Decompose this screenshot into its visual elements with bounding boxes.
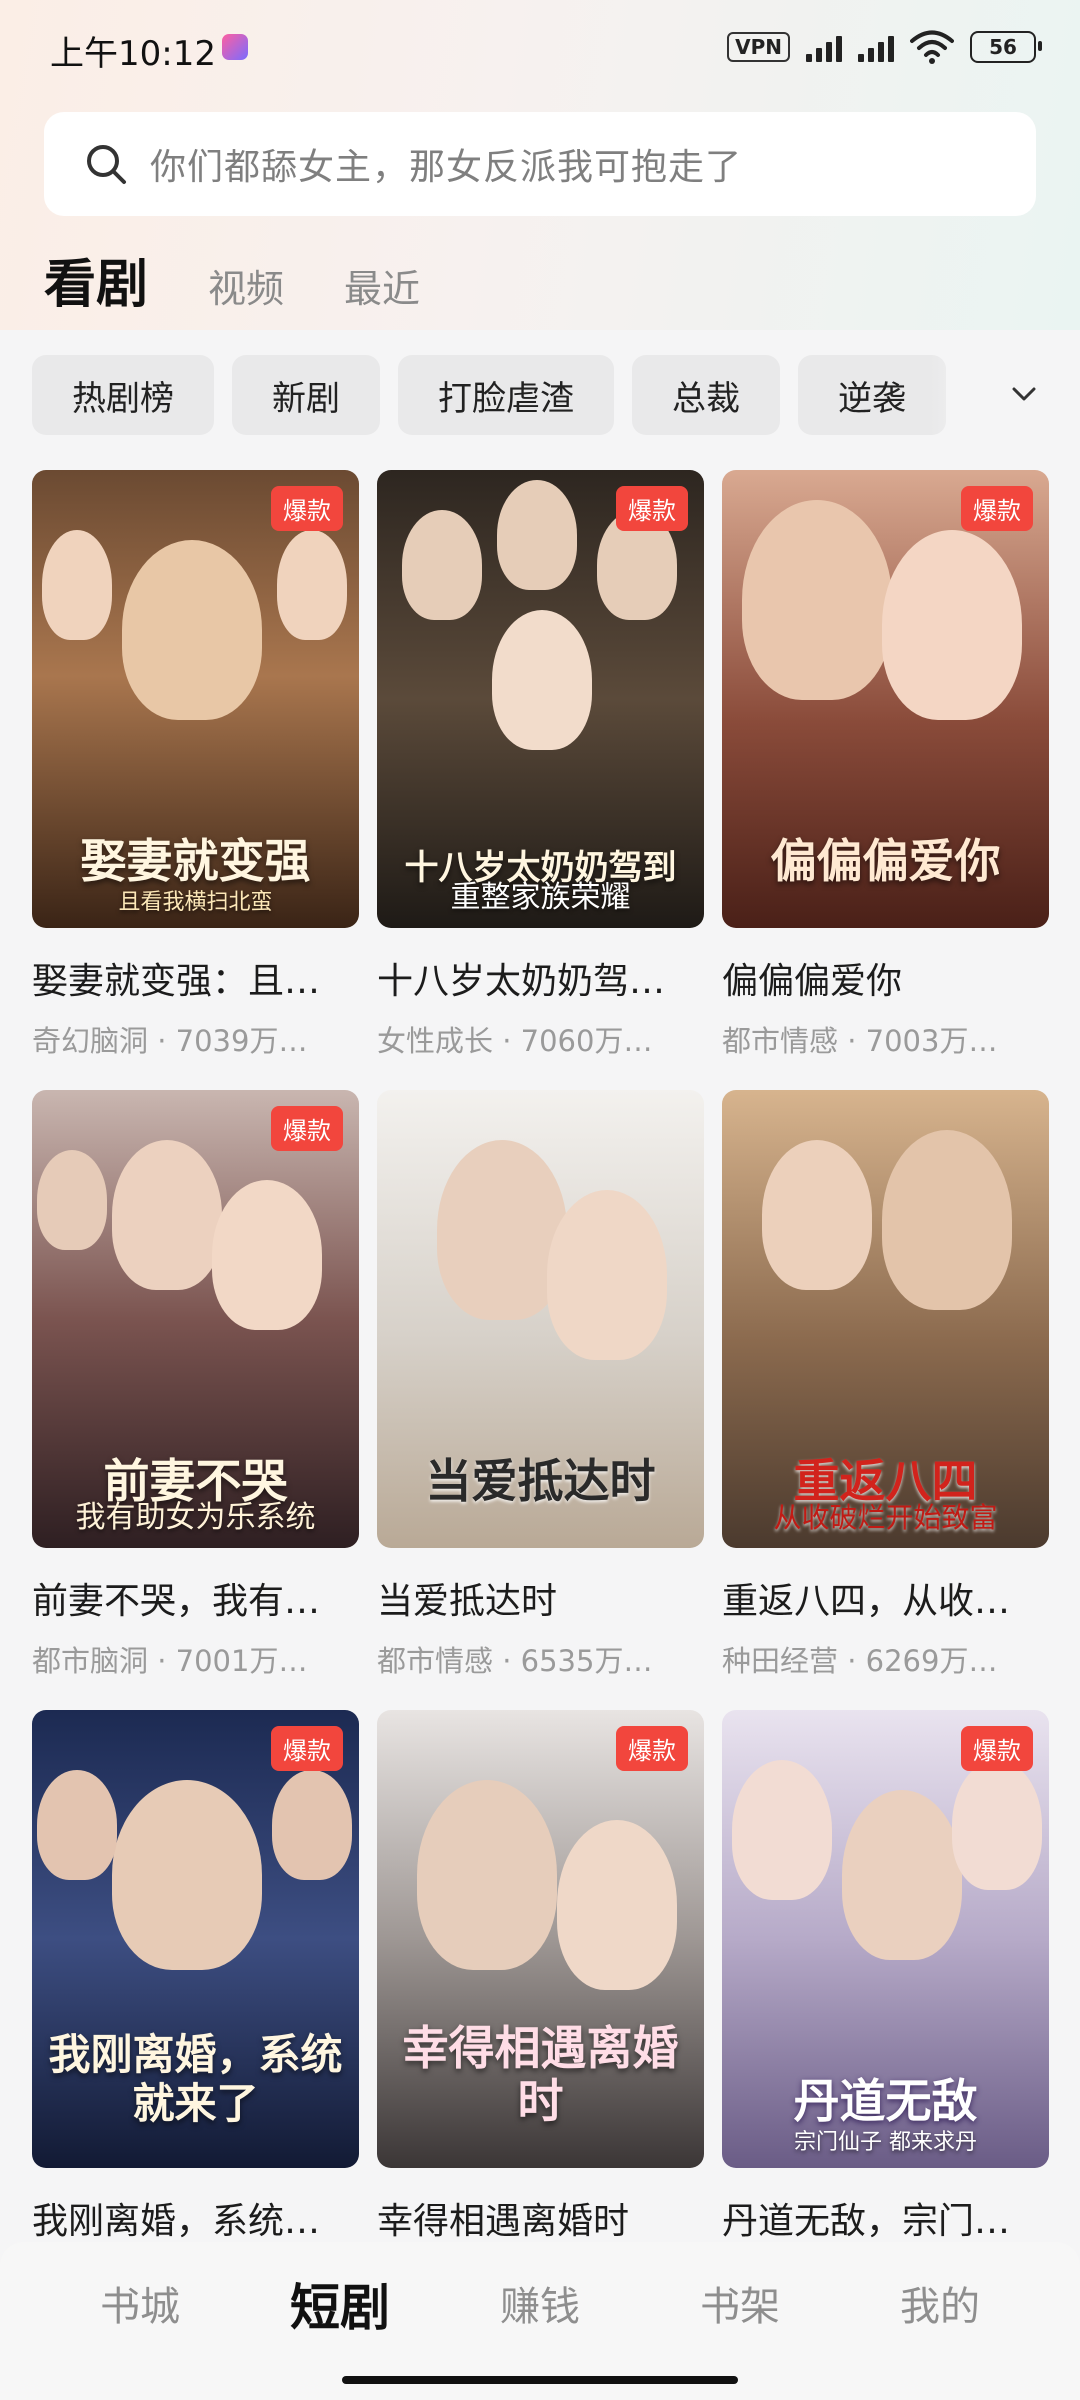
poster-title: 我刚离婚，系统就来了 (48, 2030, 343, 2128)
wifi-icon (910, 30, 954, 64)
nav-short-drama[interactable]: 短剧 (265, 2268, 415, 2340)
nav-earn[interactable]: 赚钱 (465, 2274, 615, 2340)
drama-meta: 女性成长 · 7060万… (377, 1024, 653, 1058)
battery-icon: 56 (970, 31, 1042, 63)
chevron-down-icon[interactable] (1010, 380, 1038, 408)
poster-title: 偏偏偏爱你 (770, 834, 1001, 889)
poster-subtitle: 从收破烂开始致富 (773, 1501, 998, 1534)
chip-revenge[interactable]: 打脸虐渣 (398, 355, 614, 435)
nav-bookstore[interactable]: 书城 (65, 2274, 215, 2340)
chip-comeback[interactable]: 逆袭 (798, 355, 946, 435)
drama-card[interactable]: 当爱抵达时 当爱抵达时 都市情感 · 6535万… (377, 1090, 704, 1680)
drama-poster: 重返八四 从收破烂开始致富 (722, 1090, 1049, 1548)
drama-poster: 当爱抵达时 (377, 1090, 704, 1548)
status-indicators: VPN 56 (727, 30, 1042, 64)
main-tabs: 看剧 视频 最近 (44, 242, 480, 317)
poster-subtitle: 我有助女为乐系统 (75, 1500, 316, 1535)
chip-new[interactable]: 新剧 (232, 355, 380, 435)
drama-poster: 娶妻就变强 且看我横扫北蛮 爆款 (32, 470, 359, 928)
drama-card[interactable]: 重返八四 从收破烂开始致富 重返八四，从收… 种田经营 · 6269万… (722, 1090, 1049, 1680)
drama-meta: 种田经营 · 6269万… (722, 1644, 998, 1678)
poster-subtitle: 且看我横扫北蛮 (118, 890, 273, 915)
drama-poster: 十八岁太奶奶驾到 重整家族荣耀 爆款 (377, 470, 704, 928)
drama-meta: 都市情感 · 7003万… (722, 1024, 998, 1058)
status-time: 上午10:12 (50, 34, 216, 74)
drama-card[interactable]: 偏偏偏爱你 爆款 偏偏偏爱你 都市情感 · 7003万… (722, 470, 1049, 1060)
poster-subtitle: 重整家族荣耀 (450, 880, 631, 915)
search-input[interactable]: 你们都舔女主，那女反派我可抱走了 (44, 112, 1036, 216)
poster-title: 幸得相遇离婚时 (402, 2021, 679, 2129)
hot-badge: 爆款 (961, 1726, 1033, 1771)
drama-title: 当爱抵达时 (377, 1581, 558, 1622)
drama-meta: 奇幻脑洞 · 7039万… (32, 1024, 308, 1058)
category-chips: 热剧榜 新剧 打脸虐渣 总裁 逆袭 (32, 355, 1032, 439)
drama-title: 前妻不哭，我有… (32, 1581, 321, 1622)
nav-bookshelf[interactable]: 书架 (665, 2274, 815, 2340)
drama-title: 丹道无敌，宗门… (722, 2201, 1011, 2242)
status-bar: 上午10:12 VPN 56 (0, 0, 1080, 96)
chip-ceo[interactable]: 总裁 (632, 355, 780, 435)
drama-poster: 偏偏偏爱你 爆款 (722, 470, 1049, 928)
drama-card[interactable]: 幸得相遇离婚时 爆款 幸得相遇离婚时 (377, 1710, 704, 2258)
drama-title: 十八岁太奶奶驾… (377, 961, 666, 1002)
chip-hot-list[interactable]: 热剧榜 (32, 355, 214, 435)
drama-poster: 前妻不哭 我有助女为乐系统 爆款 (32, 1090, 359, 1548)
drama-title: 偏偏偏爱你 (722, 961, 903, 1002)
vpn-icon: VPN (727, 32, 790, 62)
drama-card[interactable]: 我刚离婚，系统就来了 爆款 我刚离婚，系统… (32, 1710, 359, 2258)
nav-me[interactable]: 我的 (865, 2274, 1015, 2340)
drama-title: 重返八四，从收… (722, 1581, 1011, 1622)
drama-meta: 都市情感 · 6535万… (377, 1644, 653, 1678)
hot-badge: 爆款 (616, 486, 688, 531)
tab-video[interactable]: 视频 (208, 258, 284, 313)
chips-fade (930, 348, 1080, 444)
drama-poster: 丹道无敌 宗门仙子 都来求丹 爆款 (722, 1710, 1049, 2168)
tab-recent[interactable]: 最近 (344, 258, 420, 313)
poster-title: 娶妻就变强 (80, 834, 311, 889)
poster-title: 当爱抵达时 (425, 1454, 656, 1509)
hot-badge: 爆款 (961, 486, 1033, 531)
drama-card[interactable]: 十八岁太奶奶驾到 重整家族荣耀 爆款 十八岁太奶奶驾… 女性成长 · 7060万… (377, 470, 704, 1060)
drama-card[interactable]: 前妻不哭 我有助女为乐系统 爆款 前妻不哭，我有… 都市脑洞 · 7001万… (32, 1090, 359, 1680)
drama-card[interactable]: 娶妻就变强 且看我横扫北蛮 爆款 娶妻就变强：且… 奇幻脑洞 · 7039万… (32, 470, 359, 1060)
hot-badge: 爆款 (271, 1106, 343, 1151)
hot-badge: 爆款 (271, 1726, 343, 1771)
poster-title: 丹道无敌 (793, 2074, 978, 2129)
hot-badge: 爆款 (616, 1726, 688, 1771)
drama-title: 我刚离婚，系统… (32, 2201, 321, 2242)
drama-card[interactable]: 丹道无敌 宗门仙子 都来求丹 爆款 丹道无敌，宗门… (722, 1710, 1049, 2258)
drama-title: 幸得相遇离婚时 (377, 2201, 630, 2242)
poster-subtitle: 宗门仙子 都来求丹 (794, 2130, 977, 2155)
signal-icon-2 (858, 32, 894, 62)
drama-meta: 都市脑洞 · 7001万… (32, 1644, 308, 1678)
drama-poster: 我刚离婚，系统就来了 爆款 (32, 1710, 359, 2168)
search-icon (87, 145, 126, 184)
app-notification-icon (222, 34, 248, 60)
tab-watch[interactable]: 看剧 (44, 242, 148, 317)
drama-title: 娶妻就变强：且… (32, 961, 321, 1002)
search-placeholder: 你们都舔女主，那女反派我可抱走了 (150, 147, 743, 188)
home-indicator[interactable] (342, 2376, 738, 2384)
drama-poster: 幸得相遇离婚时 爆款 (377, 1710, 704, 2168)
signal-icon (806, 32, 842, 62)
hot-badge: 爆款 (271, 486, 343, 531)
